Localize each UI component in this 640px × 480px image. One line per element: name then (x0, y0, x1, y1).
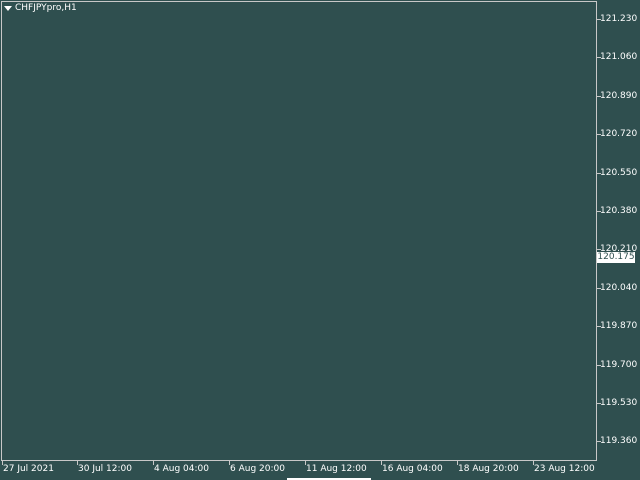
price-tick-label: 121.060 (600, 52, 638, 62)
price-tick-label: 119.700 (600, 360, 638, 370)
chart-plot-area[interactable] (1, 1, 597, 461)
price-tick-label: 119.360 (600, 436, 638, 446)
symbol-timeframe-label[interactable]: CHFJPYpro,H1 (4, 3, 77, 14)
time-tick-label: 30 Jul 12:00 (78, 464, 132, 474)
price-tick-label: 119.870 (600, 321, 638, 331)
current-price-label: 120.175 (597, 252, 635, 263)
time-tick-label: 16 Aug 04:00 (382, 464, 443, 474)
time-tick-label: 27 Jul 2021 (3, 464, 54, 474)
price-axis[interactable]: 121.230 121.060 120.890 120.720 120.550 120.3… (597, 0, 640, 462)
time-tick-label: 4 Aug 04:00 (154, 464, 209, 474)
time-tick-label: 11 Aug 12:00 (306, 464, 367, 474)
symbol-text: CHFJPYpro,H1 (15, 3, 77, 13)
time-tick-label: 18 Aug 20:00 (458, 464, 519, 474)
price-tick-label: 120.720 (600, 129, 638, 139)
time-tick-label: 23 Aug 12:00 (534, 464, 595, 474)
time-tick-label: 6 Aug 20:00 (230, 464, 285, 474)
price-tick-label: 121.230 (600, 14, 638, 24)
price-tick-label: 120.040 (600, 283, 638, 293)
price-tick-label: 120.550 (600, 168, 638, 178)
chart-window[interactable]: CHFJPYpro,H1 121.230 121.060 120.890 120.72… (0, 0, 640, 480)
price-tick-label: 120.890 (600, 91, 638, 101)
price-tick-label: 119.530 (600, 398, 638, 408)
dropdown-triangle-icon[interactable] (4, 6, 12, 11)
price-tick-label: 120.380 (600, 206, 638, 216)
